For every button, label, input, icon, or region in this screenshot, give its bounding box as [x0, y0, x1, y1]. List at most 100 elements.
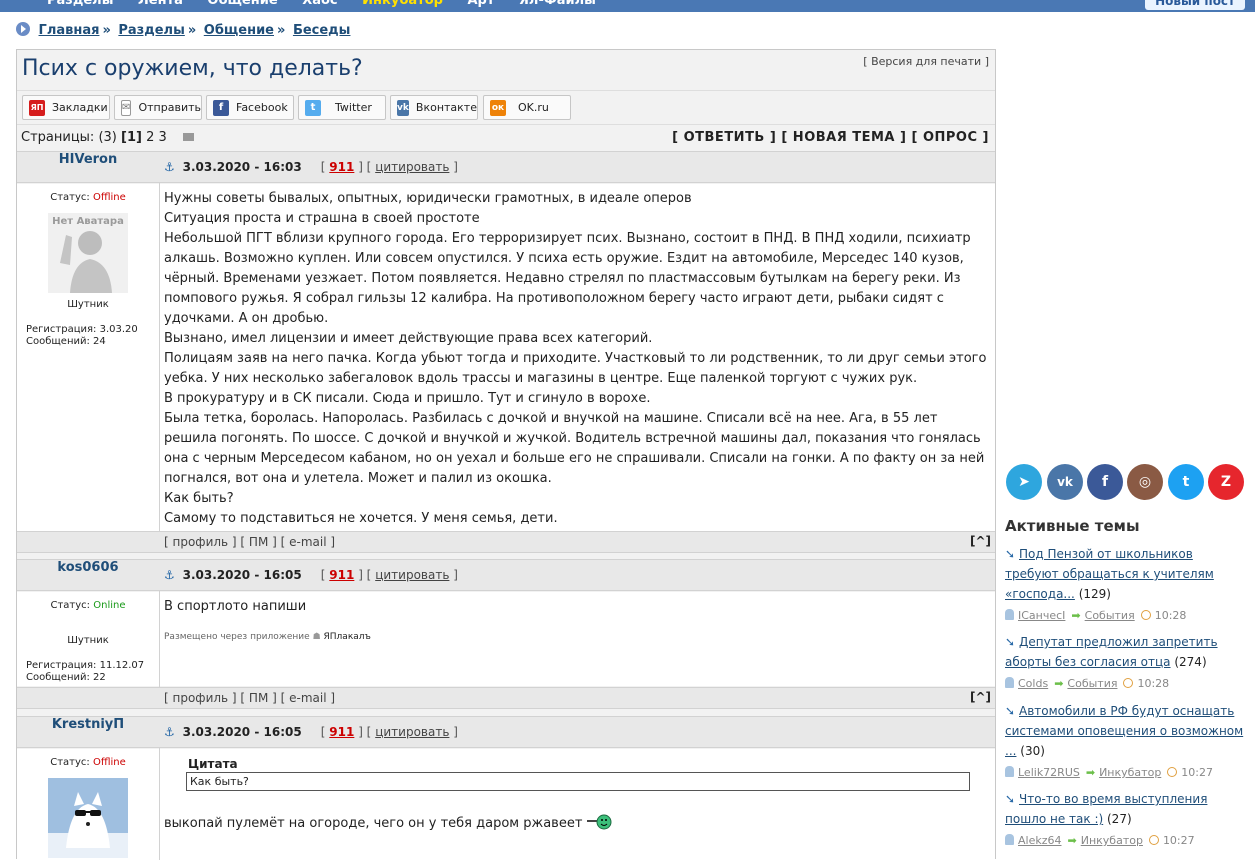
- twitter-icon[interactable]: t: [1168, 464, 1204, 500]
- pages-label[interactable]: Страницы:: [21, 130, 94, 145]
- scroll-to-top-button[interactable]: [^]: [970, 690, 991, 704]
- share-vk-button[interactable]: vk Вконтакте: [390, 95, 478, 120]
- yaplakal-icon[interactable]: Z: [1208, 464, 1244, 500]
- instagram-icon[interactable]: ◎: [1127, 464, 1163, 500]
- pm-link[interactable]: ПМ: [249, 535, 268, 549]
- clock-icon: [1148, 835, 1159, 845]
- quote-box: Как быть?: [186, 772, 970, 791]
- user-icon: [1005, 766, 1014, 777]
- nav-item-communication[interactable]: Общение: [207, 0, 277, 8]
- breadcrumb-sections[interactable]: Разделы: [118, 23, 184, 38]
- post-meta: ⚓ 3.03.2020 - 16:05 [ 911 ] [ цитировать…: [164, 725, 458, 739]
- active-topic-meta: Colds ➡ События 10:28: [1005, 674, 1245, 694]
- arrow-right-icon: ➡: [1067, 834, 1077, 847]
- cite-button[interactable]: цитировать: [375, 568, 449, 582]
- page-link-2[interactable]: 2: [146, 130, 154, 145]
- mail-icon: ✉: [121, 99, 132, 116]
- breadcrumb-arrow-icon: [16, 22, 30, 36]
- user-icon: [1005, 834, 1014, 845]
- author-link[interactable]: kos0606: [57, 560, 118, 575]
- email-link[interactable]: e-mail: [289, 535, 326, 549]
- anchor-icon[interactable]: ⚓: [164, 725, 175, 739]
- anchor-icon[interactable]: ⚓: [164, 160, 175, 174]
- posted-via: Размещено через приложение ☗ ЯПлакалъ: [164, 631, 991, 643]
- breadcrumb-communication[interactable]: Общение: [204, 23, 274, 38]
- post-text-line: Нужны советы бывалых, опытных, юридическ…: [164, 191, 692, 206]
- pagination: Страницы: (3) [1] 2 3: [21, 130, 194, 145]
- post-body: В спортлото напиши Размещено через прило…: [160, 592, 995, 686]
- cite-button[interactable]: цитировать: [375, 160, 449, 174]
- topic-section-link[interactable]: События: [1085, 609, 1135, 622]
- post-number[interactable]: 911: [329, 725, 354, 739]
- profile-link[interactable]: профиль: [173, 691, 229, 705]
- registration-date: Регистрация: 11.12.07: [26, 660, 145, 671]
- post-text-line: Была тетка, боролась. Напоролась. Разбил…: [164, 411, 985, 486]
- topic-section-link[interactable]: События: [1067, 677, 1117, 690]
- reply-button[interactable]: [ ОТВЕТИТЬ ]: [672, 130, 776, 145]
- active-topic-meta: Alekz64 ➡ Инкубатор 10:27: [1005, 831, 1245, 851]
- pm-link[interactable]: ПМ: [249, 691, 268, 705]
- twitter-icon: t: [305, 99, 321, 116]
- share-twitter-button[interactable]: t Twitter: [298, 95, 386, 120]
- topic-arrow-icon: ➘: [1005, 635, 1016, 649]
- share-ok-button[interactable]: ок OK.ru: [483, 95, 571, 120]
- author-name: KrestniyП: [17, 717, 159, 747]
- author-link[interactable]: KrestniyП: [52, 717, 124, 732]
- scroll-to-top-button[interactable]: [^]: [970, 534, 991, 548]
- anchor-icon[interactable]: ⚓: [164, 568, 175, 582]
- clock-icon: [1140, 610, 1151, 620]
- pagination-row: Страницы: (3) [1] 2 3 [ ОТВЕТИТЬ ] [ НОВ…: [17, 124, 995, 150]
- breadcrumb-home[interactable]: Главная: [39, 23, 100, 38]
- page-link-3[interactable]: 3: [159, 130, 167, 145]
- topic-time: 10:27: [1181, 766, 1213, 779]
- topic-user-link[interactable]: Colds: [1018, 677, 1048, 690]
- print-version: [ Версия для печати ]: [863, 55, 989, 68]
- author-link[interactable]: HIVeron: [59, 152, 117, 167]
- nav-item-sections[interactable]: Разделы: [47, 0, 113, 8]
- topic-section-link[interactable]: Инкубатор: [1081, 834, 1143, 847]
- poll-button[interactable]: [ ОПРОС ]: [912, 130, 990, 145]
- cite-button[interactable]: цитировать: [375, 725, 449, 739]
- post-text: выкопай пулемёт на огороде, чего он у те…: [164, 816, 583, 831]
- share-facebook-button[interactable]: f Facebook: [206, 95, 294, 120]
- new-topic-button[interactable]: [ НОВАЯ ТЕМА ]: [781, 130, 906, 145]
- post-header: kos0606 ⚓ 3.03.2020 - 16:05 [ 911 ] [ ци…: [17, 559, 995, 591]
- topic-section-link[interactable]: Инкубатор: [1099, 766, 1161, 779]
- post-header: KrestniyП ⚓ 3.03.2020 - 16:05 [ 911 ] [ …: [17, 716, 995, 748]
- nav-item-incubator[interactable]: Инкубатор: [362, 0, 443, 8]
- top-nav-items: Разделы Лента Общение Хаос Инкубатор Арт…: [47, 0, 616, 8]
- topic-user-link[interactable]: Lelik72RUS: [1018, 766, 1080, 779]
- yandex-bookmarks-icon: ЯП: [29, 99, 45, 116]
- active-topic-item: ➘ Автомобили в РФ будут оснащать системам…: [1005, 701, 1245, 783]
- android-icon: ☗: [312, 632, 321, 642]
- post-3: KrestniyП ⚓ 3.03.2020 - 16:05 [ 911 ] [ …: [17, 716, 995, 860]
- post-number[interactable]: 911: [329, 160, 354, 174]
- profile-link[interactable]: профиль: [173, 535, 229, 549]
- arrow-right-icon: ➡: [1071, 609, 1081, 622]
- post-number[interactable]: 911: [329, 568, 354, 582]
- nav-item-files[interactable]: Ял-Файлы: [519, 0, 596, 8]
- subscribe-mail-icon[interactable]: [182, 133, 194, 141]
- author-info: Регистрация: 11.12.07 Сообщений: 22: [17, 660, 159, 684]
- new-post-button[interactable]: Новый пост: [1145, 0, 1245, 10]
- nav-item-feed[interactable]: Лента: [138, 0, 183, 8]
- author-status: Статус: Offline: [17, 192, 159, 203]
- status-value: Online: [93, 600, 126, 611]
- avatar: Нет Аватара: [48, 213, 128, 293]
- posted-via-app-link[interactable]: ЯПлакалъ: [324, 632, 371, 642]
- facebook-icon[interactable]: f: [1087, 464, 1123, 500]
- topic-user-link[interactable]: Alekz64: [1018, 834, 1062, 847]
- active-topic-meta: ICанчесI ➡ События 10:28: [1005, 606, 1245, 626]
- active-topic-item: ➘ Что-то во время выступления пошло не та…: [1005, 789, 1245, 851]
- vk-icon[interactable]: vk: [1047, 464, 1083, 500]
- breadcrumb-talks[interactable]: Беседы: [293, 23, 351, 38]
- print-version-link[interactable]: Версия для печати: [871, 55, 981, 68]
- share-bookmarks-button[interactable]: ЯП Закладки: [22, 95, 110, 120]
- nav-item-chaos[interactable]: Хаос: [302, 0, 337, 8]
- email-link[interactable]: e-mail: [289, 691, 326, 705]
- telegram-icon[interactable]: ➤: [1006, 464, 1042, 500]
- arrow-right-icon: ➡: [1085, 766, 1096, 779]
- nav-item-art[interactable]: Арт: [467, 0, 494, 8]
- share-email-button[interactable]: ✉ Отправить: [114, 95, 202, 120]
- topic-user-link[interactable]: ICанчесI: [1018, 609, 1065, 622]
